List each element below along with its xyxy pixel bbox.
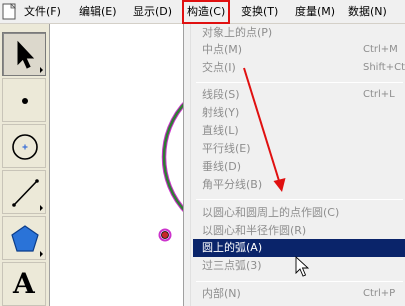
menu-item-intersection[interactable]: 交点(I) Shift+Ct bbox=[193, 59, 405, 77]
menu-item-perpendicular-line[interactable]: 垂线(D) bbox=[193, 158, 405, 176]
menu-item-line[interactable]: 直线(L) bbox=[193, 122, 405, 140]
menu-item-segment[interactable]: 线段(S) Ctrl+L bbox=[193, 86, 405, 104]
menu-display[interactable]: 显示(D) bbox=[133, 0, 172, 24]
menu-transform[interactable]: 变换(T) bbox=[241, 0, 278, 24]
construct-menu-dropdown: 对象上的点(P) 中点(M) Ctrl+M 交点(I) Shift+Ct 线段(… bbox=[183, 24, 405, 306]
menu-construct[interactable]: 构造(C) bbox=[182, 0, 231, 24]
compass-tool[interactable] bbox=[2, 124, 46, 168]
menu-item-parallel-line[interactable]: 平行线(E) bbox=[193, 140, 405, 158]
shortcut: Shift+Ct bbox=[363, 62, 405, 73]
menu-item-circle-by-center-and-radius[interactable]: 以圆心和半径作圆(R) bbox=[193, 222, 405, 240]
menu-measure[interactable]: 度量(M) bbox=[295, 0, 335, 24]
menu-bar: 文件(F) 编辑(E) 显示(D) 构造(C) 变换(T) 度量(M) 数据(N… bbox=[0, 0, 405, 24]
point-icon bbox=[22, 98, 28, 104]
menu-item-circle-by-center-and-point[interactable]: 以圆心和圆周上的点作圆(C) bbox=[193, 204, 405, 222]
menu-item-ray[interactable]: 射线(Y) bbox=[193, 104, 405, 122]
menu-data[interactable]: 数据(N) bbox=[348, 0, 387, 24]
menu-item-point-on-object[interactable]: 对象上的点(P) bbox=[193, 24, 405, 42]
shortcut: Ctrl+M bbox=[363, 44, 398, 55]
menu-item-angle-bisector[interactable]: 角平分线(B) bbox=[193, 176, 405, 194]
menu-edit[interactable]: 编辑(E) bbox=[79, 0, 117, 24]
shortcut: Ctrl+L bbox=[363, 89, 395, 100]
select-arrow-tool[interactable] bbox=[2, 32, 46, 76]
tool-expand-indicator bbox=[40, 67, 43, 73]
shortcut: Ctrl+P bbox=[363, 288, 396, 299]
menu-separator bbox=[196, 82, 403, 83]
app-document-icon bbox=[2, 3, 16, 20]
menu-item-arc-through-three-points[interactable]: 过三点弧(3) bbox=[193, 257, 405, 275]
polygon-tool[interactable] bbox=[2, 216, 46, 260]
menu-gutter bbox=[184, 24, 191, 306]
tool-expand-indicator bbox=[40, 205, 43, 211]
circle-icon bbox=[12, 134, 38, 160]
text-tool[interactable]: A bbox=[2, 262, 46, 306]
menu-separator bbox=[196, 281, 403, 282]
menu-item-midpoint[interactable]: 中点(M) Ctrl+M bbox=[193, 41, 405, 59]
menu-item-arc-on-circle[interactable]: 圆上的弧(A) bbox=[193, 239, 405, 257]
tool-expand-indicator bbox=[40, 251, 43, 257]
menu-file[interactable]: 文件(F) bbox=[24, 0, 61, 24]
text-A-icon: A bbox=[13, 267, 35, 300]
straightedge-tool[interactable] bbox=[2, 170, 46, 214]
menu-item-interior[interactable]: 内部(N) Ctrl+P bbox=[193, 285, 405, 303]
point-tool[interactable] bbox=[2, 78, 46, 122]
menu-separator bbox=[196, 199, 403, 200]
toolbox: A bbox=[0, 24, 50, 306]
